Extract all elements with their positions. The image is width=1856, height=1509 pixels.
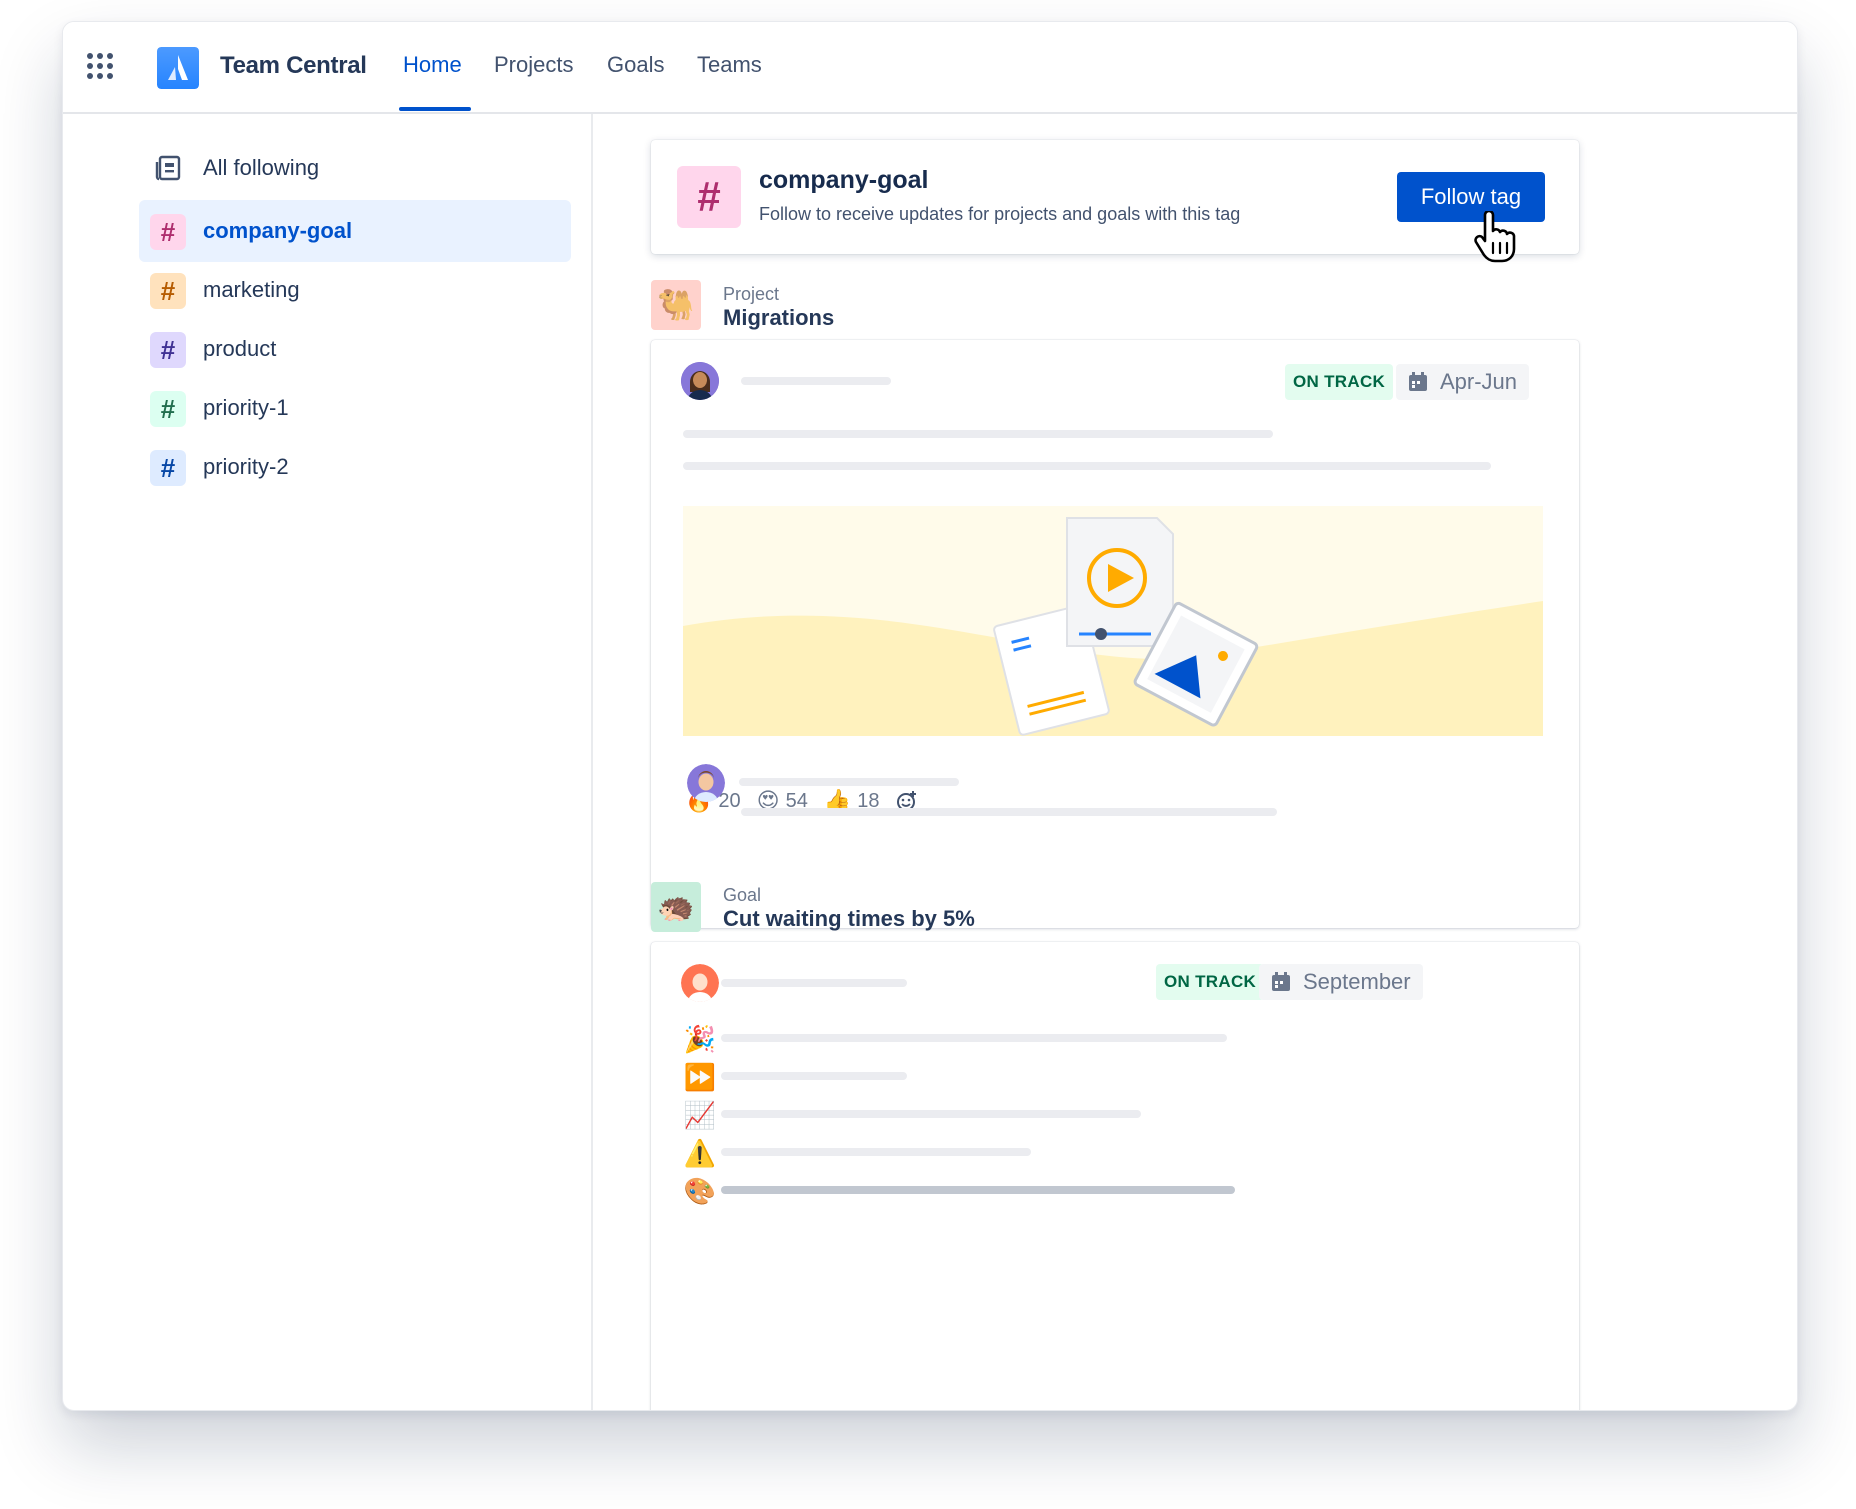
app-window: Team Central Home Projects Goals Teams A…	[62, 21, 1798, 1411]
target-date: September	[1303, 969, 1411, 994]
party-popper-icon: 🎉	[683, 1023, 717, 1054]
sidebar-item-label: marketing	[203, 277, 300, 302]
status-badge: ON TRACK	[1156, 964, 1265, 1000]
hashtag-icon: #	[150, 391, 186, 427]
status-badge: ON TRACK	[1285, 364, 1394, 400]
sidebar-item-label: company-goal	[203, 218, 353, 243]
avatar[interactable]	[681, 362, 719, 400]
top-navigation: Team Central Home Projects Goals Teams	[63, 22, 1797, 114]
follow-tag-button[interactable]: Follow tag	[1397, 172, 1545, 222]
text-placeholder	[721, 1148, 1031, 1156]
chart-increasing-icon: 📈	[683, 1099, 717, 1130]
project-update-card: ON TRACK Apr-Jun 20 😍 54 👍 18	[651, 340, 1579, 928]
text-placeholder	[721, 1034, 1227, 1042]
app-name: Team Central	[220, 52, 367, 79]
comment-text-placeholder	[741, 808, 1277, 816]
calendar-icon	[1272, 972, 1290, 991]
video-attachment[interactable]	[683, 506, 1543, 736]
text-placeholder	[721, 1110, 1141, 1118]
app-switcher-icon[interactable]	[87, 53, 113, 79]
target-date-chip[interactable]: Apr-Jun	[1396, 364, 1530, 400]
hand-pointer-cursor-icon	[1474, 211, 1516, 263]
text-placeholder	[721, 1186, 1235, 1194]
sidebar-item-label: All following	[203, 155, 320, 180]
atlassian-logo-icon[interactable]	[157, 47, 199, 89]
tag-description: Follow to receive updates for projects a…	[759, 204, 1241, 224]
comment-author-placeholder	[739, 778, 959, 786]
tag-title: company-goal	[759, 166, 929, 194]
hashtag-icon: #	[150, 332, 186, 368]
section-kind-label: Project	[723, 284, 780, 304]
sidebar-item-priority-2[interactable]: # priority-2	[139, 436, 571, 498]
target-date: Apr-Jun	[1440, 369, 1518, 394]
sidebar-item-product[interactable]: # product	[139, 318, 571, 380]
hashtag-icon: #	[150, 450, 186, 486]
goal-title[interactable]: Cut waiting times by 5%	[723, 906, 975, 932]
author-name-placeholder	[721, 979, 907, 987]
section-kind-label: Goal	[723, 885, 762, 905]
nav-tab-home[interactable]: Home	[403, 52, 462, 78]
calendar-icon	[1409, 372, 1427, 391]
sidebar-item-label: priority-2	[203, 454, 289, 479]
nav-tab-goals[interactable]: Goals	[607, 52, 664, 78]
hashtag-icon: #	[677, 166, 741, 228]
tag-header-card: # company-goal Follow to receive updates…	[651, 140, 1579, 254]
nav-tab-teams[interactable]: Teams	[697, 52, 762, 78]
hedgehog-icon: 🦔	[651, 882, 701, 932]
sidebar-item-marketing[interactable]: # marketing	[139, 259, 571, 321]
hashtag-icon: #	[150, 214, 186, 250]
avatar[interactable]	[681, 964, 719, 1002]
artist-palette-icon: 🎨	[683, 1175, 717, 1206]
sidebar: All following # company-goal # marketing…	[63, 114, 593, 1410]
sidebar-item-label: product	[203, 336, 277, 361]
text-placeholder	[721, 1072, 907, 1080]
sidebar-item-priority-1[interactable]: # priority-1	[139, 377, 571, 439]
sidebar-item-company-goal[interactable]: # company-goal	[139, 200, 571, 262]
active-tab-indicator	[399, 107, 471, 111]
sidebar-item-all-following[interactable]: All following	[139, 137, 571, 199]
sidebar-item-label: priority-1	[203, 395, 289, 420]
target-date-chip[interactable]: September	[1259, 964, 1423, 1000]
goal-update-card: ON TRACK September 🎉 ⏩ 📈 ⚠️ 🎨	[651, 942, 1579, 1410]
fast-forward-icon: ⏩	[683, 1061, 717, 1092]
avatar[interactable]	[687, 764, 725, 802]
camel-icon: 🐫	[651, 280, 701, 330]
following-list-icon	[155, 155, 181, 181]
project-title[interactable]: Migrations	[723, 305, 834, 331]
nav-tab-projects[interactable]: Projects	[494, 52, 573, 78]
text-placeholder	[683, 430, 1273, 438]
text-placeholder	[683, 462, 1491, 470]
author-name-placeholder	[741, 377, 891, 385]
hashtag-icon: #	[150, 273, 186, 309]
warning-icon: ⚠️	[683, 1137, 717, 1168]
